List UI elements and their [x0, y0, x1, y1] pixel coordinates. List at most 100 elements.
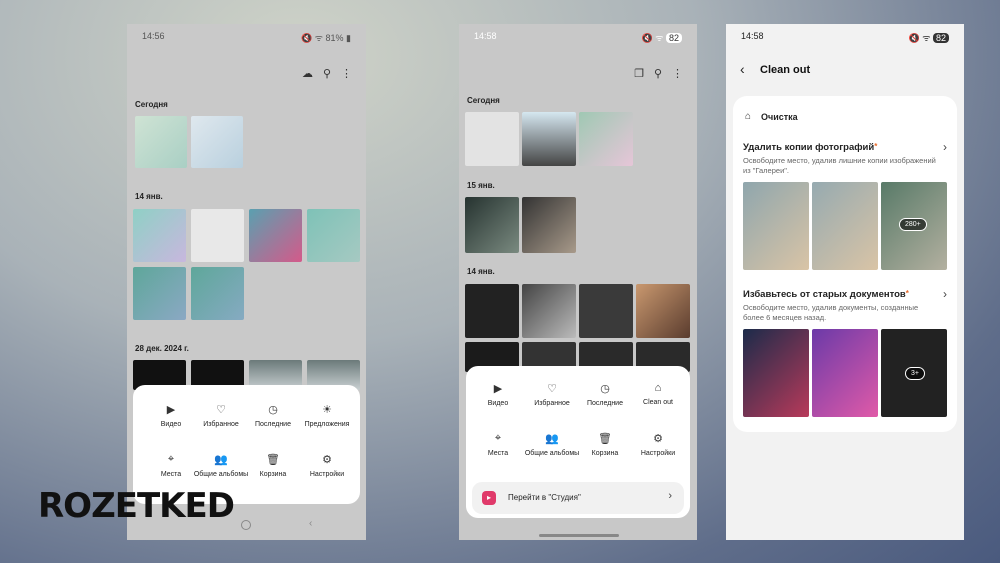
broom-icon: ⌂ [654, 382, 662, 394]
menu-recent[interactable]: ◷ Последние [243, 403, 303, 428]
trash-icon: 🗑 [266, 454, 280, 466]
cloud-off-icon[interactable]: ☁ [302, 67, 313, 80]
photo-thumb[interactable] [522, 197, 576, 253]
more-icon[interactable]: ⋮ [672, 67, 683, 80]
phone-clean-out: 14:58 🔇 ᯤ 82 ‹ Clean out ⌂ Очистка Удали… [726, 24, 964, 540]
duplicate-thumb[interactable] [743, 182, 809, 270]
watermark-logo: ROZETKED [38, 486, 235, 526]
status-bar: 14:56 🔇 ᯤ 81% ▮ [127, 31, 366, 43]
chevron-right-icon: › [943, 287, 947, 301]
phone-gallery-middle: 14:58 🔇 ᯤ 82 ❐ ⚲ ⋮ Сегодня 15 янв. 14 ян… [459, 24, 697, 540]
status-time: 14:58 [741, 31, 764, 41]
broom-icon: ⌂ [745, 111, 752, 122]
heart-icon: ♡ [547, 383, 557, 395]
studio-link[interactable]: ▸ Перейти в "Студия" › [472, 482, 684, 514]
clock-icon: ◷ [600, 383, 610, 395]
menu-places[interactable]: ⌖ Места [468, 432, 528, 457]
document-thumb[interactable] [812, 329, 878, 417]
menu-settings[interactable]: ⚙ Настройки [297, 453, 357, 478]
battery-level: 82 [665, 33, 682, 43]
gear-icon: ⚙ [653, 433, 663, 445]
menu-recent[interactable]: ◷ Последние [575, 382, 635, 407]
section-today: Сегодня [135, 100, 168, 109]
pin-icon: ⌖ [494, 432, 502, 444]
menu-favorites[interactable]: ♡ Избранное [522, 382, 582, 407]
battery-level: 82 [932, 33, 949, 43]
duplicates-title: Удалить копии фотографий* [743, 142, 878, 153]
photo-thumb[interactable] [307, 209, 360, 262]
menu-shared-albums[interactable]: 👥 Общие альбомы [522, 432, 582, 457]
photo-thumb[interactable] [522, 112, 576, 166]
clock-icon: ◷ [268, 404, 278, 416]
status-bar: 14:58 🔇 ᯤ 82 [726, 31, 964, 43]
section-dec28: 28 дек. 2024 г. [135, 344, 189, 353]
people-icon: 👥 [545, 433, 559, 445]
gear-icon: ⚙ [322, 454, 332, 466]
menu-shared-albums[interactable]: 👥 Общие альбомы [191, 453, 251, 478]
back-icon[interactable]: ‹ [740, 61, 745, 77]
phone-gallery-left: 14:56 🔇 ᯤ 81% ▮ ☁ ⚲ ⋮ Сегодня 14 янв. 28… [127, 24, 366, 540]
menu-suggestions[interactable]: ☀ Предложения [297, 403, 357, 428]
status-bar: 14:58 🔇 ᯤ 82 [459, 31, 697, 43]
photo-thumb[interactable] [465, 284, 519, 338]
status-battery: 🔇 ᯤ 82 [909, 31, 949, 44]
photo-thumb[interactable] [133, 267, 186, 320]
menu-trash[interactable]: 🗑 Корзина [243, 453, 303, 478]
clean-out-card: ⌂ Очистка Удалить копии фотографий* › Ос… [733, 96, 957, 432]
menu-favorites[interactable]: ♡ Избранное [191, 403, 251, 428]
menu-video[interactable]: ▶ Видео [468, 382, 528, 407]
photo-thumb[interactable] [191, 267, 244, 320]
photo-thumb[interactable] [636, 284, 690, 338]
video-icon: ▶ [493, 383, 503, 395]
studio-icon: ▸ [482, 491, 496, 505]
gallery-toolbar: ☁ ⚲ ⋮ [302, 67, 352, 80]
status-time: 14:58 [474, 31, 497, 41]
trash-icon: 🗑 [598, 433, 612, 445]
people-icon: 👥 [214, 454, 228, 466]
nav-handle[interactable] [539, 534, 619, 537]
section-title: Очистка [761, 112, 798, 122]
photo-thumb[interactable] [465, 112, 519, 166]
more-count-badge: 280+ [899, 218, 927, 231]
more-icon[interactable]: ⋮ [341, 67, 352, 80]
back-button[interactable]: ‹ [309, 518, 312, 529]
chevron-right-icon: › [668, 490, 672, 502]
menu-clean-out[interactable]: ⌂ Clean out [628, 382, 688, 406]
status-time: 14:56 [142, 31, 165, 41]
document-thumb[interactable] [743, 329, 809, 417]
duplicate-thumb[interactable] [812, 182, 878, 270]
photo-thumb[interactable] [191, 116, 243, 168]
page-title: Clean out [760, 64, 811, 76]
more-count-badge: 3+ [905, 367, 925, 380]
menu-settings[interactable]: ⚙ Настройки [628, 432, 688, 457]
photo-thumb[interactable] [135, 116, 187, 168]
photo-thumb[interactable] [191, 209, 244, 262]
select-icon[interactable]: ❐ [634, 67, 644, 80]
photo-thumb[interactable] [579, 112, 633, 166]
studio-label: Перейти в "Студия" [508, 493, 581, 502]
photo-thumb[interactable] [522, 284, 576, 338]
search-icon[interactable]: ⚲ [654, 67, 662, 80]
photo-thumb[interactable] [465, 197, 519, 253]
status-battery: 🔇 ᯤ 81% ▮ [301, 33, 351, 43]
photo-thumb[interactable] [579, 284, 633, 338]
home-button[interactable] [241, 520, 251, 530]
old-docs-title: Избавьтесь от старых документов* [743, 289, 909, 300]
gallery-toolbar: ❐ ⚲ ⋮ [634, 67, 683, 80]
status-battery: 🔇 ᯤ 82 [642, 31, 682, 44]
bulb-icon: ☀ [322, 404, 332, 416]
menu-trash[interactable]: 🗑 Корзина [575, 432, 635, 457]
heart-icon: ♡ [216, 404, 226, 416]
chevron-right-icon: › [943, 140, 947, 154]
section-jan15: 15 янв. [467, 181, 495, 190]
section-jan14: 14 янв. [135, 192, 163, 201]
battery-level: 81% [325, 33, 344, 43]
duplicate-thumb[interactable]: 280+ [881, 182, 947, 270]
document-thumb[interactable]: 3+ [881, 329, 947, 417]
old-docs-desc: Освободите место, удалив документы, созд… [743, 303, 919, 322]
section-today: Сегодня [467, 96, 500, 105]
search-icon[interactable]: ⚲ [323, 67, 331, 80]
photo-thumb[interactable] [249, 209, 302, 262]
photo-thumb[interactable] [133, 209, 186, 262]
gallery-menu-sheet: ▶ Видео ♡ Избранное ◷ Последние ⌂ Clean out … [466, 366, 690, 518]
